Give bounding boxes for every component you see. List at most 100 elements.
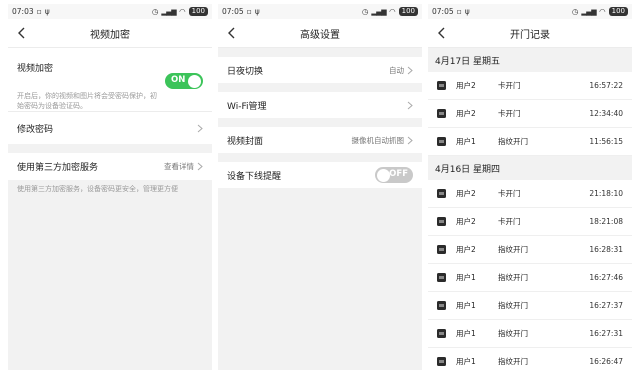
record-row[interactable]: 用户1 指纹开门 16:27:31 [428, 320, 632, 348]
alarm-icon: ◷ [361, 7, 369, 16]
record-time: 16:28:31 [589, 245, 623, 254]
record-user: 用户2 [456, 109, 476, 118]
section-gap [218, 153, 422, 162]
wifi-management-row[interactable]: Wi-Fi管理 [218, 92, 422, 118]
page-title: 开门记录 [510, 29, 550, 41]
lock-icon [437, 357, 446, 366]
page-title: 高级设置 [300, 29, 340, 41]
alarm-icon: ◷ [571, 7, 579, 16]
status-time: 07:03 [12, 7, 34, 16]
record-row[interactable]: 用户2 指纹开门 16:28:31 [428, 236, 632, 264]
day-night-value-label: 自动 [389, 65, 404, 75]
lock-icon [437, 81, 446, 90]
page-title: 视频加密 [90, 29, 130, 41]
toggle-state-label: OFF [389, 169, 408, 179]
offline-reminder-row: 设备下线提醒 OFF [218, 162, 422, 188]
phone-video-encryption: 07:03 ▫ ψ ◷ ▂▄▆ ◠ 100 视频加密 视频加密 开启后，你的视频… [8, 4, 212, 370]
status-bar: 07:05 ▫ ψ ◷ ▂▄▆ ◠ 100 [428, 4, 632, 19]
third-party-view-details[interactable]: 查看详情 [164, 161, 203, 172]
section-gap [218, 83, 422, 92]
phone-door-records: 07:05 ▫ ψ ◷ ▂▄▆ ◠ 100 开门记录 4月17日 星期五 用户2… [428, 4, 632, 370]
day-night-switch-label: 日夜切换 [227, 66, 264, 77]
view-details-label: 查看详情 [164, 162, 194, 171]
record-time: 18:21:08 [589, 217, 623, 226]
usb-icon: ψ [44, 7, 50, 16]
record-row[interactable]: 用户2 卡开门 21:18:10 [428, 180, 632, 208]
status-time: 07:05 [432, 7, 454, 16]
record-action: 指纹开门 [498, 137, 528, 146]
record-user: 用户1 [456, 329, 476, 338]
chat-notification-icon: ▫ [456, 7, 462, 16]
nav-bar: 视频加密 [8, 19, 212, 48]
battery-icon: 100 [608, 7, 628, 16]
record-user: 用户1 [456, 137, 476, 146]
record-row[interactable]: 用户1 指纹开门 16:26:47 [428, 348, 632, 370]
video-cover-row[interactable]: 视频封面 摄像机自动抓图 [218, 127, 422, 153]
record-user: 用户1 [456, 273, 476, 282]
record-action: 卡开门 [498, 217, 521, 226]
record-time: 16:27:31 [589, 329, 623, 338]
lock-icon [437, 273, 446, 282]
section-gap [218, 118, 422, 127]
record-time: 16:27:37 [589, 301, 623, 310]
video-encryption-row: 视频加密 开启后，你的视频和图片将会受密码保护，初始密码为设备验证码。 ON [8, 48, 212, 111]
record-row[interactable]: 用户2 卡开门 16:57:22 [428, 72, 632, 100]
date-group-header: 4月17日 星期五 [428, 48, 632, 72]
toggle-knob [377, 168, 390, 182]
day-night-switch-row[interactable]: 日夜切换 自动 [218, 57, 422, 83]
record-user: 用户2 [456, 189, 476, 198]
status-time: 07:05 [222, 7, 244, 16]
alarm-icon: ◷ [151, 7, 159, 16]
video-cover-value-label: 摄像机自动抓图 [351, 135, 405, 145]
lock-icon [437, 301, 446, 310]
third-party-encryption-row[interactable]: 使用第三方加密服务 查看详情 [8, 153, 212, 180]
usb-icon: ψ [254, 7, 260, 16]
chevron-right-icon [407, 101, 413, 109]
signal-icon: ▂▄▆ [371, 7, 387, 16]
record-row[interactable]: 用户1 指纹开门 16:27:37 [428, 292, 632, 320]
record-time: 12:34:40 [589, 109, 623, 118]
wifi-icon: ◠ [389, 7, 396, 16]
lock-icon [437, 109, 446, 118]
record-user: 用户2 [456, 81, 476, 90]
record-row[interactable]: 用户1 指纹开门 11:56:15 [428, 128, 632, 156]
record-time: 11:56:15 [589, 137, 623, 146]
chat-notification-icon: ▫ [36, 7, 42, 16]
change-password-row[interactable]: 修改密码 [8, 111, 212, 144]
battery-icon: 100 [398, 7, 418, 16]
record-action: 指纹开门 [498, 245, 528, 254]
chat-notification-icon: ▫ [246, 7, 252, 16]
offline-reminder-toggle[interactable]: OFF [375, 167, 413, 183]
lock-icon [437, 217, 446, 226]
record-action: 卡开门 [498, 109, 521, 118]
chevron-right-icon [407, 66, 413, 74]
record-action: 卡开门 [498, 81, 521, 90]
back-arrow-icon[interactable] [435, 26, 449, 40]
video-encryption-description: 开启后，你的视频和图片将会受密码保护，初始密码为设备验证码。 [17, 92, 157, 110]
chevron-right-icon [197, 162, 203, 171]
back-arrow-icon[interactable] [225, 26, 239, 40]
change-password-label: 修改密码 [17, 124, 54, 135]
chevron-right-icon [407, 136, 413, 144]
nav-bar: 开门记录 [428, 19, 632, 48]
lock-icon [437, 245, 446, 254]
back-arrow-icon[interactable] [15, 26, 29, 40]
toggle-state-label: ON [171, 75, 186, 85]
record-time: 16:27:46 [589, 273, 623, 282]
video-encryption-toggle[interactable]: ON [165, 73, 203, 89]
phone-advanced-settings: 07:05 ▫ ψ ◷ ▂▄▆ ◠ 100 高级设置 日夜切换 自动 Wi-Fi… [218, 4, 422, 370]
record-action: 指纹开门 [498, 329, 528, 338]
video-cover-value: 摄像机自动抓图 [352, 135, 414, 146]
record-time: 16:57:22 [589, 81, 623, 90]
record-row[interactable]: 用户1 指纹开门 16:27:46 [428, 264, 632, 292]
third-party-encryption-label: 使用第三方加密服务 [17, 163, 99, 173]
wifi-management-label: Wi-Fi管理 [227, 101, 267, 112]
wifi-icon: ◠ [179, 7, 186, 16]
usb-icon: ψ [464, 7, 470, 16]
record-row[interactable]: 用户2 卡开门 18:21:08 [428, 208, 632, 236]
record-row[interactable]: 用户2 卡开门 12:34:40 [428, 100, 632, 128]
status-bar: 07:05 ▫ ψ ◷ ▂▄▆ ◠ 100 [218, 4, 422, 19]
lock-icon [437, 329, 446, 338]
status-bar: 07:03 ▫ ψ ◷ ▂▄▆ ◠ 100 [8, 4, 212, 19]
record-action: 指纹开门 [498, 273, 528, 282]
